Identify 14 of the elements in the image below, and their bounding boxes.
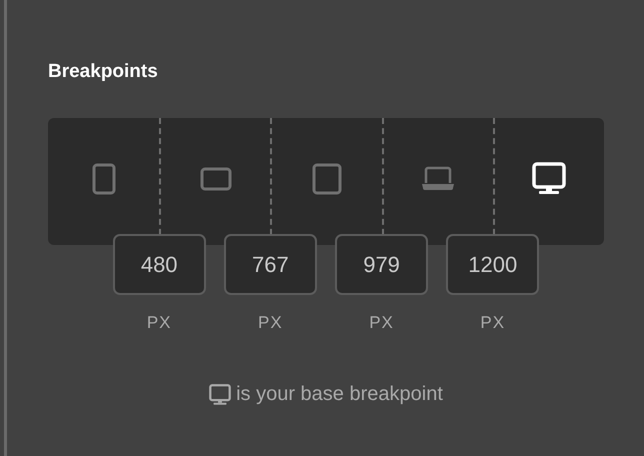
phone-landscape-device-button[interactable]	[198, 164, 234, 192]
unit-label: PX	[369, 313, 394, 333]
breakpoint-width-field[interactable]: 1200	[446, 234, 540, 295]
phone-device-button[interactable]	[90, 160, 118, 196]
unit-label: PX	[146, 313, 172, 333]
breakpoint-width-field[interactable]: 979	[335, 234, 428, 295]
unit-label: PX	[258, 313, 283, 333]
section-title: Breakpoints	[48, 61, 159, 84]
unit-label: PX	[480, 313, 506, 333]
breakpoint-width-field[interactable]: 480	[112, 234, 206, 295]
desktop-icon	[209, 384, 232, 406]
tablet-device-button[interactable]	[310, 160, 344, 196]
base-breakpoint-note: is your base breakpoint	[236, 383, 443, 406]
breakpoint-width-field[interactable]: 767	[224, 234, 317, 295]
